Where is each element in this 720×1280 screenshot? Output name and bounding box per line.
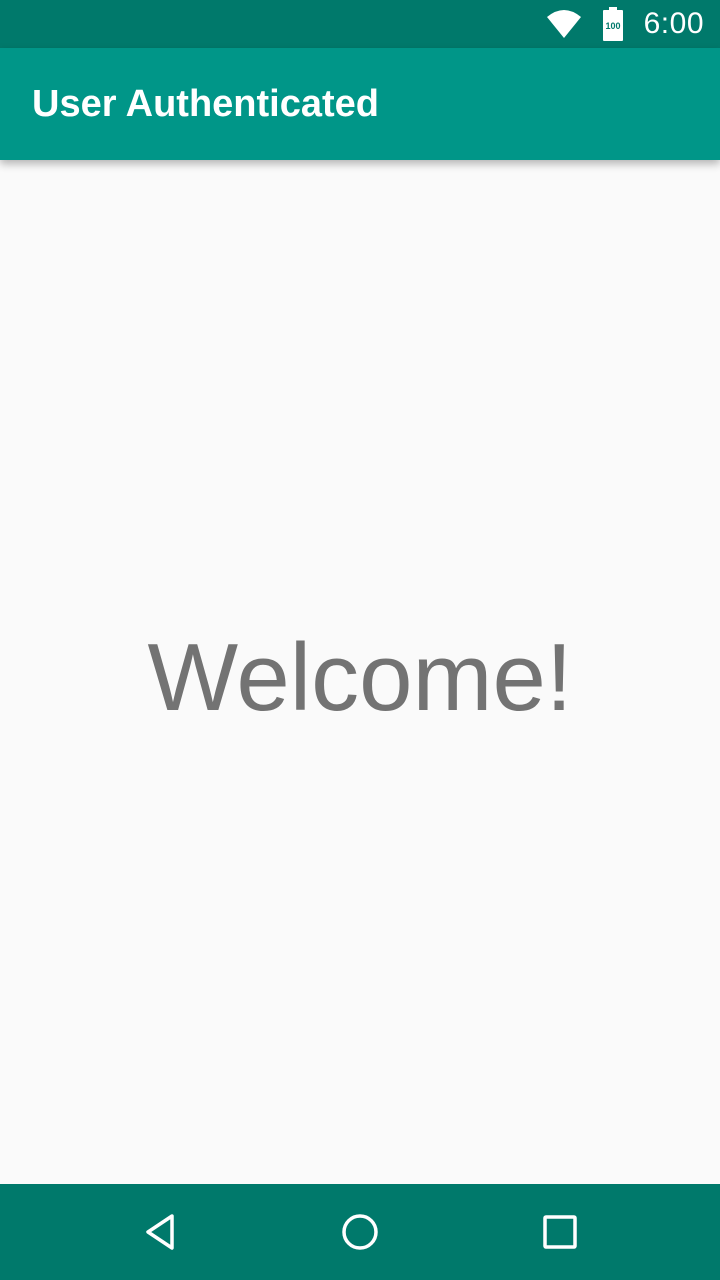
status-bar: 100 6:00: [0, 0, 720, 48]
app-bar: User Authenticated: [0, 48, 720, 160]
battery-icon: 100: [602, 7, 624, 41]
wifi-icon: [546, 9, 582, 39]
battery-level: 100: [605, 21, 620, 31]
screen: 100 6:00 User Authenticated Welcome!: [0, 0, 720, 1280]
page-title: User Authenticated: [32, 82, 379, 125]
back-button[interactable]: [130, 1202, 190, 1262]
welcome-message: Welcome!: [147, 624, 573, 731]
status-clock: 6:00: [643, 7, 704, 40]
navigation-bar: [0, 1184, 720, 1280]
home-button[interactable]: [330, 1202, 390, 1262]
back-icon: [146, 1214, 174, 1250]
main-content: Welcome!: [0, 160, 720, 1184]
home-icon: [342, 1214, 378, 1250]
recents-button[interactable]: [530, 1202, 590, 1262]
recents-icon: [543, 1215, 577, 1249]
